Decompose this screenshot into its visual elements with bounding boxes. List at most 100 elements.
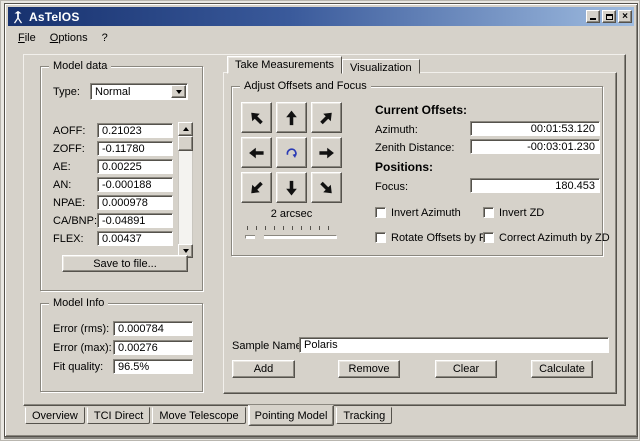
fit-quality-label: Fit quality: [53, 361, 103, 373]
error-max-label: Error (max): [53, 342, 112, 354]
rotate-offsets-label: Rotate Offsets by PA [391, 232, 493, 244]
npae-field[interactable]: 0.000978 [97, 195, 173, 210]
fit-quality-field[interactable]: 96.5% [113, 359, 193, 374]
menu-help[interactable]: ? [95, 30, 115, 46]
type-label: Type: [53, 86, 80, 98]
rotate-offsets-checkbox[interactable] [375, 232, 386, 243]
azimuth-label: Azimuth: [375, 124, 418, 136]
adjust-offsets-title: Adjust Offsets and Focus [240, 80, 371, 92]
minimize-icon [590, 18, 596, 20]
titlebar[interactable]: AsTelOS × [8, 7, 634, 26]
arrow-up-right-icon [318, 106, 335, 130]
tab-tracking[interactable]: Tracking [336, 407, 392, 424]
invert-azimuth-checkbox[interactable] [375, 207, 386, 218]
npae-label: NPAE: [53, 197, 85, 209]
zoff-label: ZOFF: [53, 143, 85, 155]
correct-azimuth-label: Correct Azimuth by ZD [499, 232, 610, 244]
tab-move-telescope[interactable]: Move Telescope [152, 407, 245, 424]
cabnp-label: CA/BNP: [53, 215, 97, 227]
an-field[interactable]: -0.000188 [97, 177, 173, 192]
sample-name-label: Sample Name: [232, 340, 305, 352]
tab-tci-direct[interactable]: TCI Direct [87, 407, 151, 424]
minimize-button[interactable] [586, 10, 600, 23]
flex-field[interactable]: 0.00437 [97, 231, 173, 246]
clear-button[interactable]: Clear [435, 360, 497, 378]
app-window: AsTelOS × File Options ? Model data Type… [4, 3, 638, 437]
window-title: AsTelOS [29, 10, 584, 24]
screenshot-frame: AsTelOS × File Options ? Model data Type… [0, 0, 640, 441]
save-to-file-button[interactable]: Save to file... [62, 255, 188, 272]
arrow-down-left-icon [248, 176, 265, 200]
flex-label: FLEX: [53, 233, 84, 245]
arrow-right-icon [318, 141, 335, 165]
invert-zd-label: Invert ZD [499, 207, 544, 219]
measurement-tabstrip: Take Measurements Visualization [227, 55, 420, 73]
step-size-slider[interactable] [245, 226, 337, 243]
triangle-up-icon [183, 127, 189, 131]
azimuth-field[interactable]: 00:01:53.120 [470, 121, 600, 136]
zenith-distance-label: Zenith Distance: [375, 142, 454, 154]
remove-button[interactable]: Remove [338, 360, 400, 378]
move-down-right-button[interactable] [311, 172, 342, 203]
move-right-button[interactable] [311, 137, 342, 168]
model-data-title: Model data [49, 60, 111, 72]
menubar: File Options ? [11, 29, 115, 47]
focus-field[interactable]: 180.453 [470, 178, 600, 193]
add-button[interactable]: Add [232, 360, 295, 378]
arrow-up-left-icon [248, 106, 265, 130]
arrow-up-icon [283, 106, 300, 130]
move-down-left-button[interactable] [241, 172, 272, 203]
calculate-button[interactable]: Calculate [531, 360, 593, 378]
current-offsets-title: Current Offsets: [375, 103, 467, 117]
close-icon: × [622, 12, 628, 22]
zoff-field[interactable]: -0.11780 [97, 141, 173, 156]
error-max-field[interactable]: 0.00276 [113, 340, 193, 355]
scroll-up-button[interactable] [178, 122, 193, 136]
model-type-value: Normal [95, 86, 130, 98]
model-type-select[interactable]: Normal [90, 83, 188, 100]
correct-azimuth-checkbox[interactable] [483, 232, 494, 243]
slider-ticks [247, 226, 335, 230]
ae-field[interactable]: 0.00225 [97, 159, 173, 174]
arrow-down-icon [283, 176, 300, 200]
step-size-label: 2 arcsec [241, 208, 342, 220]
move-up-right-button[interactable] [311, 102, 342, 133]
zenith-distance-field[interactable]: -00:03:01.230 [470, 139, 600, 154]
aoff-label: AOFF: [53, 125, 85, 137]
sample-name-input[interactable]: Polaris [299, 337, 609, 353]
error-rms-field[interactable]: 0.000784 [113, 321, 193, 336]
chevron-down-icon[interactable] [171, 85, 186, 98]
telescope-icon [11, 10, 25, 24]
model-fields-scrollbar[interactable] [178, 122, 193, 258]
triangle-down-icon [183, 249, 189, 253]
menu-options[interactable]: Options [43, 30, 95, 46]
slider-thumb[interactable] [255, 229, 264, 243]
scrollbar-thumb[interactable] [178, 136, 193, 151]
tab-overview[interactable]: Overview [25, 407, 85, 424]
invert-azimuth-label: Invert Azimuth [391, 207, 461, 219]
maximize-button[interactable] [602, 10, 616, 23]
an-label: AN: [53, 179, 71, 191]
tab-pointing-model[interactable]: Pointing Model [248, 405, 335, 426]
aoff-field[interactable]: 0.21023 [97, 123, 173, 138]
tab-visualization[interactable]: Visualization [342, 59, 420, 74]
menu-file[interactable]: File [11, 30, 43, 46]
arrow-down-right-icon [318, 176, 335, 200]
invert-zd-checkbox[interactable] [483, 207, 494, 218]
close-button[interactable]: × [618, 10, 632, 23]
tab-take-measurements[interactable]: Take Measurements [227, 56, 342, 74]
arrow-left-icon [248, 141, 265, 165]
error-rms-label: Error (rms): [53, 323, 109, 335]
model-info-title: Model Info [49, 297, 108, 309]
main-tabstrip: Overview TCI Direct Move Telescope Point… [25, 405, 394, 426]
reset-center-button[interactable] [276, 137, 307, 168]
rotate-clockwise-icon [283, 143, 300, 163]
move-up-button[interactable] [276, 102, 307, 133]
move-up-left-button[interactable] [241, 102, 272, 133]
focus-label: Focus: [375, 181, 408, 193]
move-left-button[interactable] [241, 137, 272, 168]
maximize-icon [606, 14, 613, 20]
positions-title: Positions: [375, 160, 433, 174]
move-down-button[interactable] [276, 172, 307, 203]
cabnp-field[interactable]: -0.04891 [97, 213, 173, 228]
